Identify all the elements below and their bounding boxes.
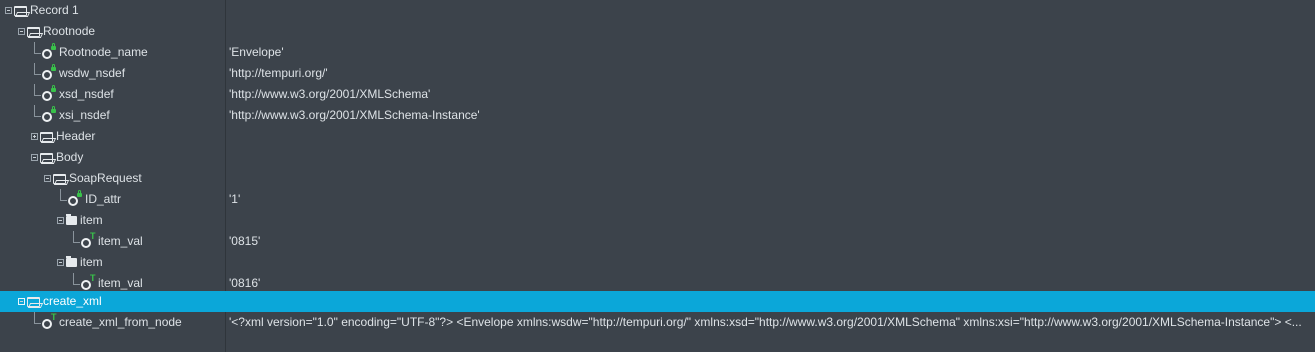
tree-connector: [34, 42, 41, 54]
row-label: Record 1: [30, 3, 79, 17]
row-value: 'http://www.w3.org/2001/XMLSchema-Instan…: [229, 108, 480, 122]
row-label: Rootnode_name: [59, 45, 148, 59]
row-label: create_xml_from_node: [59, 315, 182, 329]
folder-open-icon: [27, 26, 40, 37]
row-label: wsdw_nsdef: [59, 66, 126, 80]
tree-connector: [73, 273, 80, 285]
tree-connector: [34, 63, 41, 75]
lock-node-icon: [42, 105, 56, 122]
text-node-icon: T: [81, 231, 96, 248]
row-label: item: [80, 213, 103, 227]
row-value: 'Envelope': [229, 45, 284, 59]
row-label: item: [80, 255, 103, 269]
row-value: 'http://www.w3.org/2001/XMLSchema': [229, 87, 431, 101]
row-label: Rootnode: [43, 24, 96, 38]
row-label: xsd_nsdef: [59, 87, 114, 101]
lock-node-icon: [42, 84, 56, 101]
collapse-toggle-icon[interactable]: [18, 298, 25, 305]
collapse-toggle-icon[interactable]: [18, 28, 25, 35]
collapse-toggle-icon[interactable]: [31, 154, 38, 161]
tree-connector: [73, 231, 80, 243]
folder-open-icon: [40, 152, 53, 163]
tree-row-xsd-nsdef[interactable]: xsd_nsdef 'http://www.w3.org/2001/XMLSch…: [0, 84, 1315, 105]
row-label: create_xml: [43, 294, 102, 308]
row-label: item_val: [98, 234, 143, 248]
tree-connector: [34, 84, 41, 96]
tree-row-soaprequest[interactable]: SoapRequest: [0, 168, 1315, 189]
text-node-icon: T: [42, 312, 57, 329]
row-label: xsi_nsdef: [59, 108, 110, 122]
lock-node-icon: [68, 189, 82, 206]
folder-closed-icon: [66, 214, 77, 225]
collapse-toggle-icon[interactable]: [57, 217, 64, 224]
text-node-icon: T: [81, 273, 96, 290]
row-value: 'http://tempuri.org/': [229, 66, 328, 80]
folder-closed-icon: [66, 256, 77, 267]
row-label: ID_attr: [85, 192, 122, 206]
tree-row-header[interactable]: Header: [0, 126, 1315, 147]
tree-row-item[interactable]: item: [0, 210, 1315, 231]
tree-connector: [34, 105, 41, 117]
tree-row-body[interactable]: Body: [0, 147, 1315, 168]
tree-row-rootnode[interactable]: Rootnode: [0, 21, 1315, 42]
folder-open-icon: [40, 131, 53, 142]
tree-connector: [60, 189, 67, 201]
row-value: '<?xml version="1.0" encoding="UTF-8"?> …: [229, 315, 1302, 329]
collapse-toggle-icon[interactable]: [44, 175, 51, 182]
tree-row-id-attr[interactable]: ID_attr '1': [0, 189, 1315, 210]
folder-open-icon: [27, 296, 40, 307]
row-value: '1': [229, 192, 241, 206]
folder-open-icon: [14, 5, 27, 16]
tree-row-record-1[interactable]: Record 1: [0, 0, 1315, 21]
row-label: Body: [56, 150, 84, 164]
folder-open-icon: [53, 173, 66, 184]
tree-row-item-val[interactable]: T item_val '0815': [0, 231, 1315, 252]
tree-row-xsi-nsdef[interactable]: xsi_nsdef 'http://www.w3.org/2001/XMLSch…: [0, 105, 1315, 126]
tree-row-create-xml[interactable]: create_xml: [0, 291, 1315, 312]
lock-node-icon: [42, 63, 56, 80]
row-value: '0815': [229, 234, 261, 248]
tree-row-create-xml-from-node[interactable]: T create_xml_from_node '<?xml version="1…: [0, 312, 1315, 333]
tree-row-item[interactable]: item: [0, 252, 1315, 273]
row-label: SoapRequest: [69, 171, 142, 185]
tree-row-rootnode-name[interactable]: Rootnode_name 'Envelope': [0, 42, 1315, 63]
collapse-toggle-icon[interactable]: [57, 259, 64, 266]
collapse-toggle-icon[interactable]: [5, 7, 12, 14]
expand-toggle-icon[interactable]: [31, 133, 38, 140]
tree-connector: [34, 312, 41, 324]
row-label: Header: [56, 129, 96, 143]
lock-node-icon: [42, 42, 56, 59]
tree-row-wsdw-nsdef[interactable]: wsdw_nsdef 'http://tempuri.org/': [0, 63, 1315, 84]
